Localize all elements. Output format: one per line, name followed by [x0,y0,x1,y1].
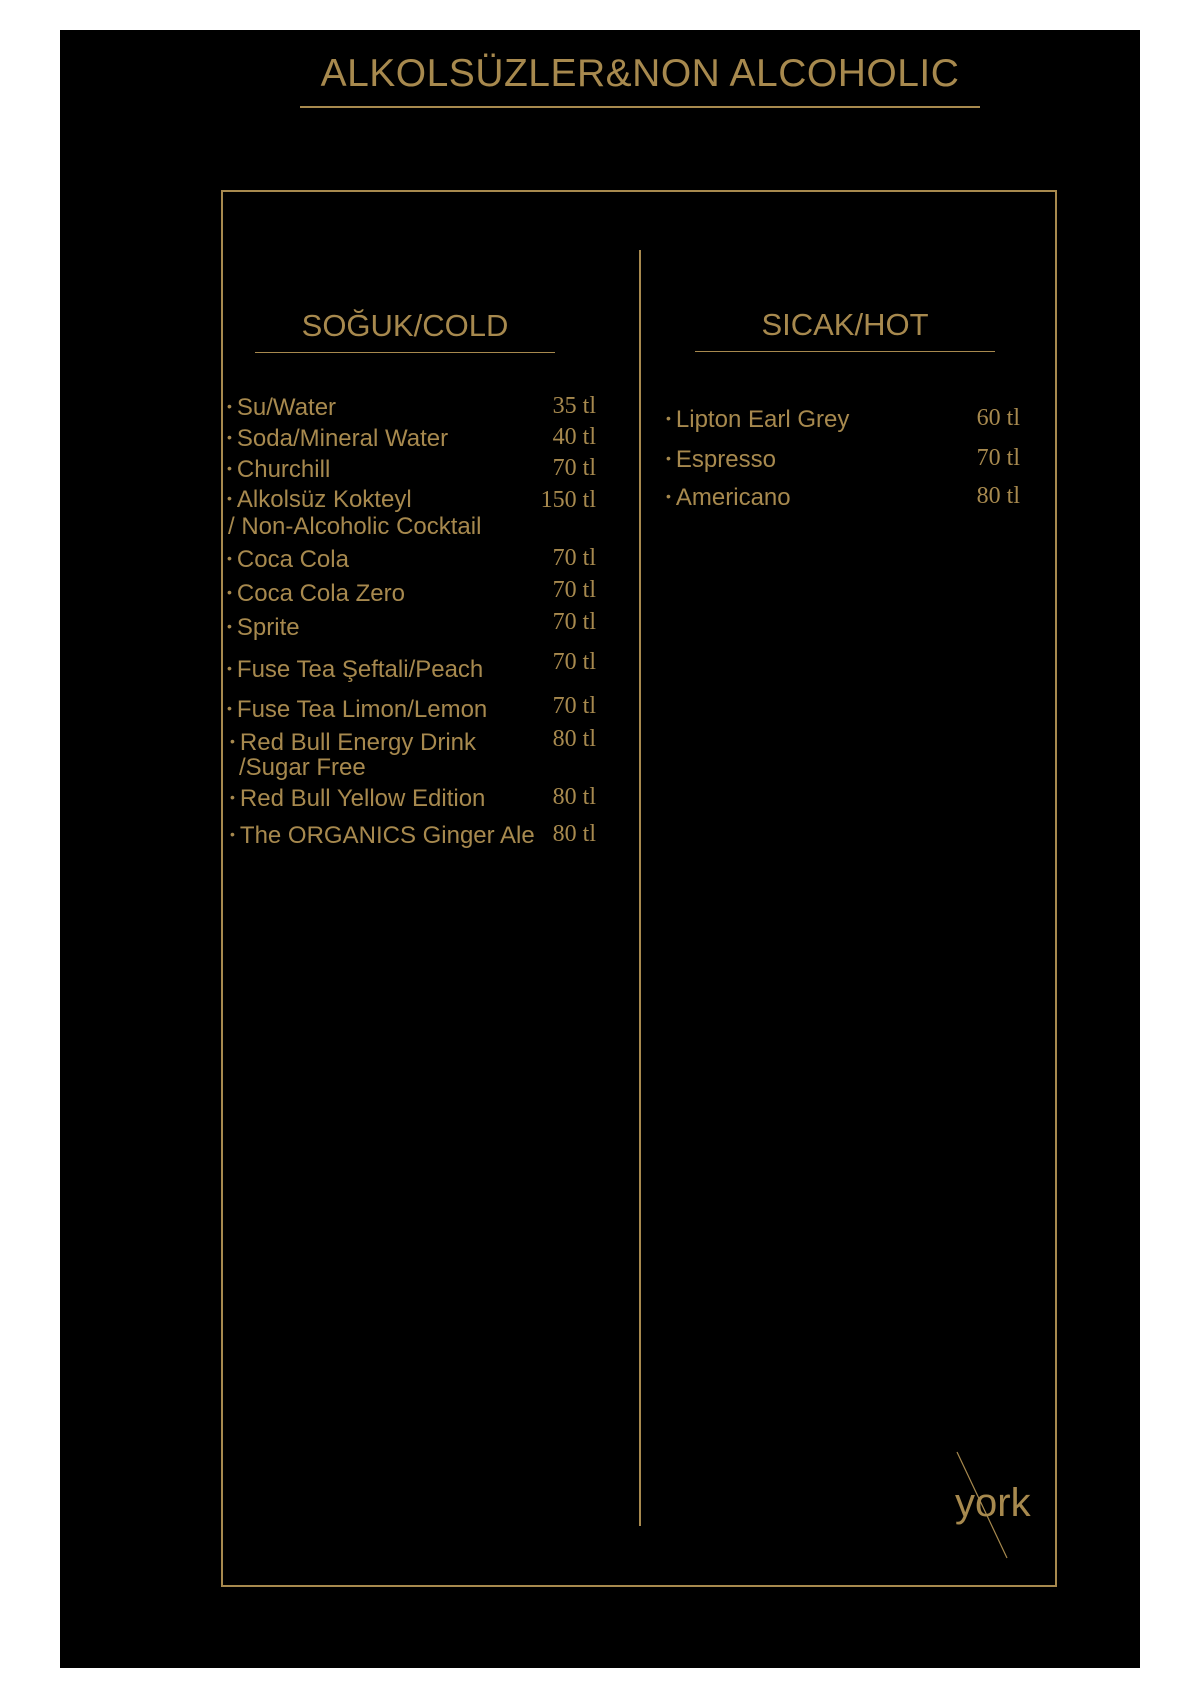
cold-section-title: SOĞUK/COLD [301,308,509,343]
column-divider [639,250,641,1526]
item-name: Lipton Earl Grey [675,406,850,433]
logo-text: york [955,1481,1032,1525]
item-price: 70 tl [552,649,596,675]
list-item: • Churchill [227,456,331,483]
cold-section-underline [255,352,555,353]
york-logo: york [955,1451,1032,1559]
item-price: 40 tl [552,424,596,450]
item-price: 70 tl [552,609,596,635]
item-price: 70 tl [552,545,596,571]
list-item: • Coca Cola [227,546,349,573]
item-name: Su/Water [236,394,337,421]
item-name: Americano [675,484,791,511]
item-name: Fuse Tea Şeftali/Peach [236,656,484,683]
list-item: • Lipton Earl Grey [666,406,850,433]
item-name: Sprite [236,614,300,641]
item-name: Churchill [236,456,331,483]
list-item: • Espresso [666,446,776,473]
item-name: Soda/Mineral Water [236,425,449,452]
item-price: 70 tl [976,445,1020,471]
list-item: • Soda/Mineral Water [227,425,449,452]
item-price: 150 tl [540,487,596,513]
list-item: • Red Bull Yellow Edition [230,785,486,812]
item-price: 80 tl [976,483,1020,509]
list-item: • Coca Cola Zero [227,580,405,607]
item-name: Espresso [675,446,776,473]
item-name: Coca Cola [236,546,349,573]
item-name-continued: /Sugar Free [239,754,366,781]
list-item: • Fuse Tea Limon/Lemon [227,696,488,723]
item-price: 80 tl [552,784,596,810]
list-item: • The ORGANICS Ginger Ale [230,822,535,849]
list-item: • Americano [666,484,791,511]
item-price: 70 tl [552,693,596,719]
title-underline [300,106,980,108]
item-price: 35 tl [552,393,596,419]
item-price: 80 tl [552,821,596,847]
page-title: ALKOLSÜZLER&NON ALCOHOLIC [320,52,960,95]
item-price: 70 tl [552,455,596,481]
list-item: • Su/Water [227,394,337,421]
menu-page: ALKOLSÜZLER&NON ALCOHOLIC SOĞUK/COLD • Su… [60,30,1140,1668]
list-item: • Sprite [227,614,300,641]
item-name: Alkolsüz Kokteyl [236,486,412,513]
item-price: 70 tl [552,577,596,603]
hot-section-underline [695,351,995,352]
list-item: • Red Bull Energy Drink [230,729,477,756]
list-item: • Alkolsüz Kokteyl [227,486,412,513]
item-name-continued: / Non-Alcoholic Cocktail [228,513,482,540]
item-name: Red Bull Energy Drink [239,729,477,756]
item-price: 60 tl [976,405,1020,431]
item-name: Coca Cola Zero [236,580,405,607]
item-name: Fuse Tea Limon/Lemon [236,696,488,723]
list-item: • Fuse Tea Şeftali/Peach [227,656,484,683]
item-price: 80 tl [552,726,596,752]
item-name: Red Bull Yellow Edition [239,785,486,812]
hot-section-title: SICAK/HOT [761,307,929,342]
